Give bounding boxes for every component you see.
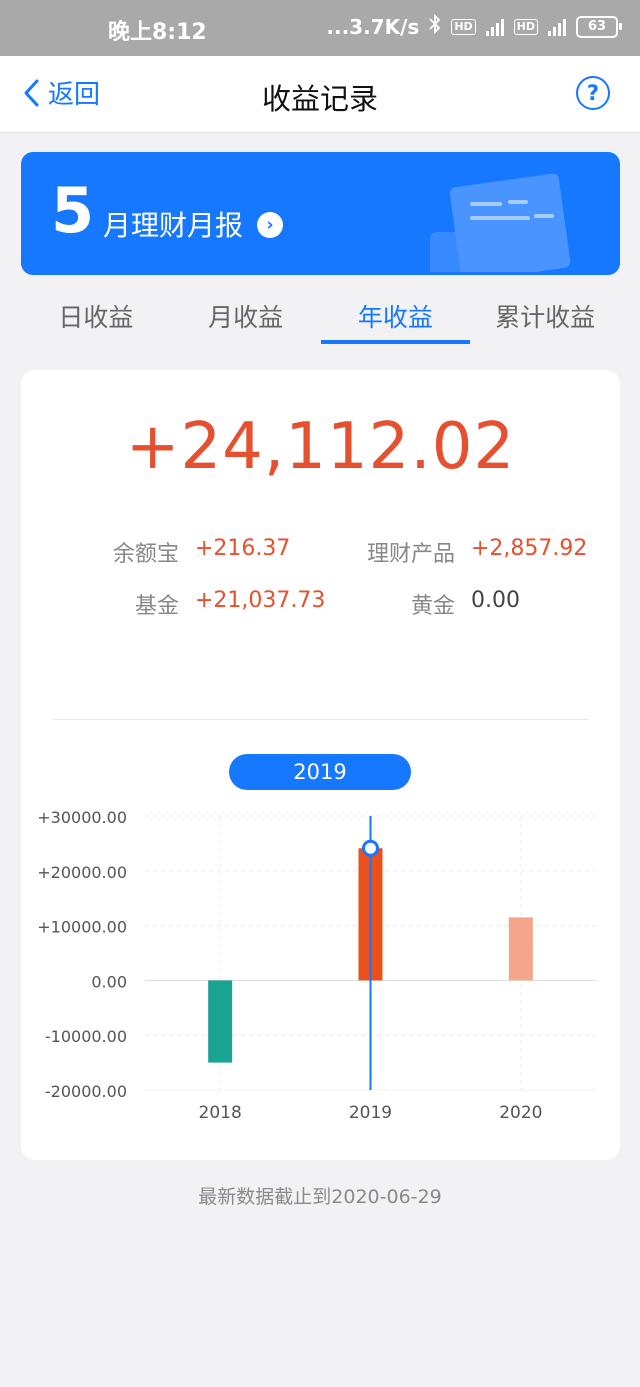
hd-icon: HD bbox=[451, 18, 476, 35]
yearly-earnings-chart[interactable]: +30000.00 +20000.00 +10000.00 0.00 -10000.00… bbox=[21, 800, 620, 1140]
bar-2020 bbox=[508, 917, 533, 981]
earnings-tabs: 日收益 月收益 年收益 累计收益 bbox=[21, 290, 620, 344]
summary-label: 基金 bbox=[134, 594, 179, 619]
summary-value: +2,857.92 bbox=[471, 536, 588, 561]
y-tick-label: +30000.00 bbox=[37, 808, 127, 827]
selection-dot bbox=[362, 839, 379, 857]
summary-label: 理财产品 bbox=[366, 542, 455, 567]
page-title: 收益记录 bbox=[261, 82, 378, 116]
banner-label: 月理财月报 bbox=[103, 209, 244, 242]
bar-2018 bbox=[208, 980, 233, 1063]
y-tick-label: +10000.00 bbox=[37, 918, 127, 937]
document-illustration-icon bbox=[430, 173, 571, 272]
summary-label: 黄金 bbox=[410, 594, 455, 619]
signal-4g-icon bbox=[548, 18, 566, 36]
status-time: 晚上8:12 bbox=[108, 20, 207, 45]
status-bar: 晚上8:12 ...3.7K/s HD HD 63 bbox=[0, 0, 640, 56]
x-tick-label: 2020 bbox=[499, 1103, 542, 1123]
divider bbox=[53, 719, 588, 720]
tab-yearly[interactable]: 年收益 bbox=[320, 290, 471, 344]
signal-5g-icon bbox=[485, 18, 504, 36]
tab-daily[interactable]: 日收益 bbox=[21, 290, 171, 344]
battery-icon: 63 bbox=[576, 15, 622, 38]
data-update-note: 最新数据截止到2020-06-29 bbox=[198, 1186, 442, 1208]
network-speed: ...3.7K/s bbox=[326, 14, 420, 39]
banner-month-number: 5 bbox=[51, 174, 95, 247]
total-earnings: +24,112.02 bbox=[125, 410, 516, 484]
bluetooth-icon bbox=[429, 13, 441, 39]
help-icon[interactable]: ? bbox=[576, 76, 610, 110]
status-icons: ...3.7K/s HD HD 63 bbox=[326, 13, 622, 39]
monthly-report-banner[interactable]: 5 月理财月报 › bbox=[21, 152, 620, 275]
y-tick-label: -10000.00 bbox=[45, 1027, 127, 1046]
x-tick-label: 2019 bbox=[349, 1103, 392, 1123]
tab-cumulative[interactable]: 累计收益 bbox=[470, 290, 620, 344]
y-tick-label: -20000.00 bbox=[45, 1082, 127, 1101]
summary-value: +216.37 bbox=[195, 536, 291, 561]
summary-value: +21,037.73 bbox=[195, 588, 326, 613]
summary-label: 余额宝 bbox=[112, 542, 179, 567]
y-tick-label: 0.00 bbox=[91, 972, 127, 991]
x-tick-label: 2018 bbox=[199, 1103, 242, 1123]
hd-icon-2: HD bbox=[513, 18, 538, 35]
nav-bar: 返回 收益记录 ? bbox=[0, 56, 640, 133]
summary-value: 0.00 bbox=[471, 588, 520, 613]
earnings-card: +24,112.02 余额宝 +216.37 理财产品 +2,857.92 基金… bbox=[21, 370, 620, 1160]
chevron-right-icon: › bbox=[257, 212, 283, 238]
y-tick-label: +20000.00 bbox=[37, 863, 127, 882]
tab-monthly[interactable]: 月收益 bbox=[171, 290, 321, 344]
selected-year-badge: 2019 bbox=[229, 754, 411, 790]
